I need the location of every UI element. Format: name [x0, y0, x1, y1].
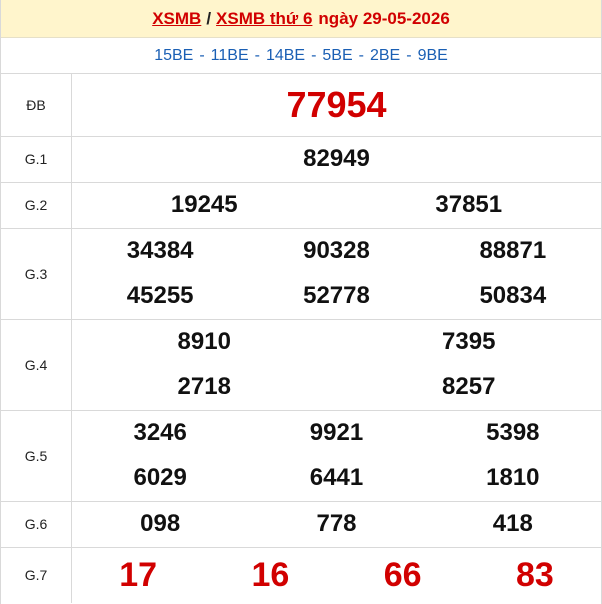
xsmb-day-link[interactable]: XSMB thứ 6 [216, 9, 312, 29]
prize-number: 52778 [303, 282, 370, 309]
prize-number: 16 [251, 555, 290, 594]
prize-label: G.6 [1, 501, 72, 548]
prize-number: 50834 [479, 282, 547, 309]
xsmb-link[interactable]: XSMB [152, 9, 201, 29]
prize-number: 8257 [442, 373, 496, 400]
prize-number: 1810 [486, 464, 540, 491]
prize-label: G.7 [1, 547, 72, 603]
prize-row-db: ĐB 77954 [1, 74, 601, 137]
prize-row-g4: G.4 8910 7395 2718 8257 [1, 319, 601, 411]
prize-label: G.2 [1, 182, 72, 229]
results-header: XSMB / XSMB thứ 6 ngày 29-05-2026 [1, 0, 601, 38]
code-item: 5BE [322, 46, 353, 64]
prize-row-g6: G.6 098 778 418 [1, 501, 601, 548]
prize-number: 83 [515, 555, 554, 594]
prize-number: 17 [119, 555, 158, 594]
prize-number: 45255 [126, 282, 194, 309]
prize-row-g1: G.1 82949 [1, 136, 601, 183]
prize-label: G.5 [1, 410, 72, 502]
prize-label: ĐB [1, 74, 72, 137]
prize-row-g2: G.2 19245 37851 [1, 182, 601, 229]
results-table: ĐB 77954 G.1 82949 G.2 19245 37851 G.3 3… [1, 74, 601, 603]
prize-label: G.1 [1, 136, 72, 183]
prize-number: 7395 [442, 328, 496, 355]
prize-label: G.3 [1, 228, 72, 320]
prize-number: 19245 [170, 191, 238, 218]
code-item: 9BE [417, 46, 448, 64]
prize-number: 2718 [177, 373, 231, 400]
results-panel: XSMB / XSMB thứ 6 ngày 29-05-2026 15BE - … [0, 0, 602, 604]
code-item: 11BE [210, 46, 249, 64]
prize-number: 8910 [177, 328, 231, 355]
code-item: 2BE [369, 46, 401, 64]
ticket-codes: 15BE - 11BE - 14BE - 5BE - 2BE - 9BE [1, 38, 601, 74]
prize-number: 3246 [133, 419, 187, 446]
prize-number: 37851 [435, 191, 503, 218]
header-separator: / [206, 8, 212, 28]
prize-row-g3: G.3 34384 90328 88871 45255 52778 50834 [1, 228, 601, 320]
prize-number: 9921 [309, 419, 364, 446]
prize-number: 5398 [486, 419, 540, 446]
prize-row-g5: G.5 3246 9921 5398 6029 6441 1810 [1, 410, 601, 502]
prize-number: 34384 [126, 237, 194, 264]
prize-number: 90328 [303, 237, 370, 264]
prize-number: 6029 [133, 464, 187, 491]
prize-number: 66 [383, 555, 422, 594]
prize-number: 418 [492, 510, 533, 537]
prize-number: 098 [140, 510, 181, 537]
code-item: 15BE [154, 46, 194, 64]
prize-number: 6441 [309, 464, 364, 491]
prize-row-g7: G.7 17 16 66 83 [1, 547, 601, 603]
draw-date: ngày 29-05-2026 [318, 8, 450, 28]
code-item: 14BE [265, 46, 306, 64]
prize-number: 778 [316, 510, 357, 537]
prize-number: 88871 [479, 237, 547, 264]
prize-label: G.4 [1, 319, 72, 411]
prize-number: 82949 [303, 145, 370, 172]
special-prize-number: 77954 [286, 83, 387, 125]
